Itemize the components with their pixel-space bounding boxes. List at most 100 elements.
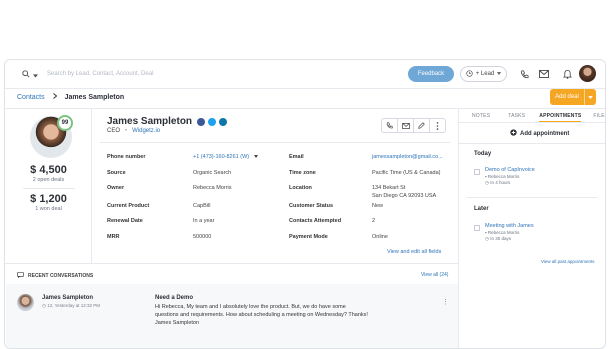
facebook-icon[interactable] bbox=[197, 117, 206, 126]
appointment-time-value: In 30 days bbox=[490, 236, 511, 241]
divider bbox=[459, 122, 605, 123]
chevron-down-icon[interactable] bbox=[584, 89, 596, 105]
field-label-renewal: Renewal Date bbox=[107, 218, 143, 224]
divider bbox=[459, 143, 605, 144]
field-label-location: Location bbox=[289, 185, 312, 191]
appointment-owner-name: Rebecca Morris bbox=[487, 174, 520, 179]
conversation-subject[interactable]: Need a Demo bbox=[155, 295, 193, 301]
search-input[interactable]: Search by Lead, Contact, Account, Deal bbox=[47, 71, 153, 77]
divider bbox=[5, 263, 458, 264]
conversation-more-icon[interactable]: ⋮ bbox=[442, 298, 449, 306]
appointment-time: ◷ In 4 hours bbox=[485, 180, 511, 185]
breadcrumb-contacts-link[interactable]: Contacts bbox=[17, 94, 45, 101]
field-label-product: Current Product bbox=[107, 203, 150, 209]
field-label-owner: Owner bbox=[107, 185, 125, 191]
add-appointment-label: Add appointment bbox=[520, 130, 570, 137]
field-value-renewal[interactable]: In a year bbox=[193, 218, 214, 224]
breadcrumb: Contacts James Sampleton bbox=[17, 93, 124, 101]
field-value-owner[interactable]: Rebecca Morris bbox=[193, 185, 232, 191]
view-past-appointments-link[interactable]: View all past appointments bbox=[541, 259, 594, 264]
open-deals-amount: $ 4,500 bbox=[30, 164, 67, 176]
chevron-down-icon[interactable] bbox=[33, 65, 38, 83]
field-label-timezone: Time zone bbox=[289, 170, 316, 176]
divider bbox=[467, 197, 597, 198]
appointment-time: ◷ In 30 days bbox=[485, 236, 511, 241]
app-window: Search by Lead, Contact, Account, Deal F… bbox=[4, 59, 606, 349]
field-value-contacts-attempted[interactable]: 2 bbox=[372, 218, 375, 224]
add-lead-label: + Lead bbox=[475, 71, 495, 77]
divider bbox=[458, 108, 459, 348]
divider bbox=[100, 142, 450, 143]
field-value-location-line2[interactable]: San Diego CA 92093 USA bbox=[372, 193, 436, 199]
conversation-sender: James Sampleton bbox=[42, 295, 94, 301]
view-all-fields-link[interactable]: View and edit all fields bbox=[387, 249, 441, 255]
appointment-item[interactable]: Demo of CapInvoice ▪ Rebecca Morris ◷ In… bbox=[474, 167, 535, 186]
appointment-owner: ▪ Rebecca Morris bbox=[485, 230, 520, 235]
phone-icon[interactable] bbox=[518, 68, 530, 80]
field-value-mrr[interactable]: 500000 bbox=[193, 234, 211, 240]
call-button[interactable] bbox=[381, 118, 398, 133]
field-label-phone: Phone number bbox=[107, 154, 146, 160]
recent-conversations-header: RECENT CONVERSATIONS bbox=[17, 272, 93, 280]
contact-name: James Sampleton bbox=[107, 116, 193, 127]
conversation-date-value: 12, Yesterday at 12:32 PM bbox=[47, 303, 100, 308]
field-value-timezone[interactable]: Pacific Time (US & Canada) bbox=[372, 170, 440, 176]
lead-score-badge: 99 bbox=[57, 115, 73, 131]
field-label-source: Source bbox=[107, 170, 126, 176]
field-value-source[interactable]: Organic Search bbox=[193, 170, 231, 176]
field-value-phone[interactable]: +1 (473)-160-8261 (W) bbox=[193, 154, 258, 160]
conversation-avatar bbox=[17, 294, 34, 311]
chevron-right-icon bbox=[52, 93, 57, 101]
search-bar[interactable]: Search by Lead, Contact, Account, Deal bbox=[22, 65, 402, 83]
recent-conversations-title: RECENT CONVERSATIONS bbox=[28, 273, 94, 279]
chevron-down-icon bbox=[497, 71, 502, 77]
phone-value[interactable]: +1 (473)-160-8261 (W) bbox=[193, 154, 249, 160]
contact-header: James Sampleton bbox=[107, 116, 228, 127]
twitter-icon[interactable] bbox=[208, 117, 217, 126]
divider bbox=[91, 108, 92, 263]
appointment-item[interactable]: Meeting with James ▪ Rebecca Morris ◷ In… bbox=[474, 223, 534, 242]
chevron-down-icon[interactable] bbox=[253, 154, 258, 160]
appointment-checkbox[interactable] bbox=[474, 169, 480, 175]
email-button[interactable] bbox=[397, 118, 414, 133]
top-bar: Search by Lead, Contact, Account, Deal F… bbox=[5, 60, 605, 89]
plus-circle-icon bbox=[510, 129, 517, 138]
conversation-body: Hi Rebecca, My team and I absolutely lov… bbox=[155, 304, 368, 326]
search-icon[interactable] bbox=[22, 65, 30, 83]
clock-icon bbox=[466, 69, 473, 79]
add-lead-button[interactable]: + Lead bbox=[460, 66, 507, 82]
field-label-email: Email bbox=[289, 154, 304, 160]
field-label-customer-status: Customer Status bbox=[289, 203, 334, 209]
field-value-product[interactable]: CapBill bbox=[193, 203, 210, 209]
add-appointment-button[interactable]: Add appointment bbox=[510, 129, 569, 138]
appointment-owner-name: Rebecca Morris bbox=[487, 230, 520, 235]
edit-button[interactable] bbox=[413, 118, 430, 133]
field-value-email[interactable]: jamessampleton@gmail.co... bbox=[372, 154, 443, 160]
more-options-button[interactable] bbox=[429, 118, 446, 133]
contact-role: CEO • Widgetz.io bbox=[107, 128, 160, 134]
open-deals-label: 2 open deals bbox=[32, 177, 65, 183]
feedback-button[interactable]: Feedback bbox=[408, 66, 454, 82]
view-all-conversations-link[interactable]: View all (24) bbox=[421, 272, 448, 278]
company-link[interactable]: Widgetz.io bbox=[132, 128, 160, 134]
linkedin-icon[interactable] bbox=[219, 117, 228, 126]
field-value-location[interactable]: 134 Bekart St bbox=[372, 185, 405, 191]
contact-actions bbox=[381, 118, 446, 133]
add-deal-button[interactable]: Add deal bbox=[550, 89, 596, 105]
field-label-mrr: MRR bbox=[107, 234, 120, 240]
user-avatar[interactable] bbox=[579, 65, 596, 82]
appointment-checkbox[interactable] bbox=[474, 225, 480, 231]
appointment-time-value: In 4 hours bbox=[490, 180, 511, 185]
field-value-customer-status[interactable]: New bbox=[372, 203, 383, 209]
conversation-date: ◷ 12, Yesterday at 12:32 PM bbox=[42, 303, 100, 308]
bell-icon[interactable] bbox=[561, 68, 573, 80]
appointment-title[interactable]: Meeting with James bbox=[485, 223, 534, 229]
appointment-title[interactable]: Demo of CapInvoice bbox=[485, 167, 535, 173]
contact-title: CEO bbox=[107, 128, 121, 134]
open-deals-stat: $ 4,500 2 open deals bbox=[17, 164, 80, 183]
add-deal-label[interactable]: Add deal bbox=[550, 89, 584, 105]
section-today: Today bbox=[474, 151, 492, 157]
field-label-payment-mode: Payment Mode bbox=[289, 234, 328, 240]
mail-icon[interactable] bbox=[538, 68, 550, 80]
field-value-payment-mode[interactable]: Online bbox=[372, 234, 388, 240]
